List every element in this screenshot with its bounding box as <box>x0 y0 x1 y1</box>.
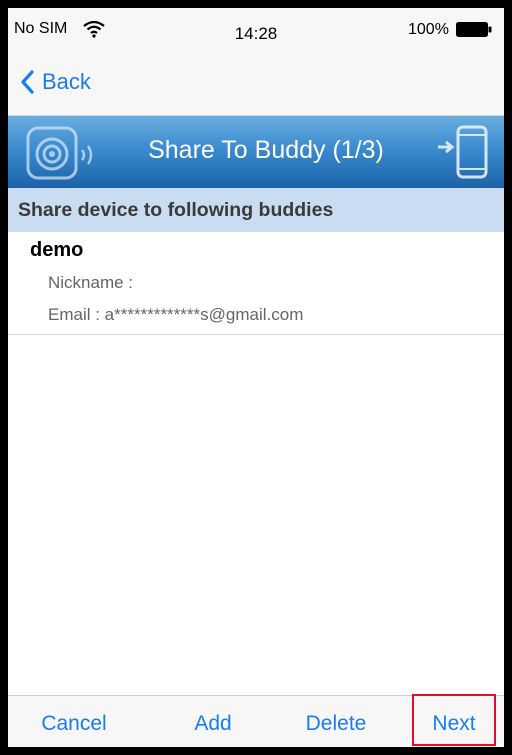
buddy-email: Email : a*************s@gmail.com <box>48 305 304 324</box>
phone-share-icon <box>438 125 488 179</box>
section-header-label: Share device to following buddies <box>18 199 334 221</box>
title-banner: Share To Buddy (1/3) <box>8 116 504 188</box>
navigation-bar: Back <box>8 50 504 116</box>
back-chevron-icon <box>21 70 34 94</box>
page-title: Share To Buddy (1/3) <box>148 136 384 164</box>
delete-button[interactable]: Delete <box>284 696 388 747</box>
status-bar: No SIM 14:28 100% <box>8 8 504 50</box>
buddy-name: demo <box>30 239 84 261</box>
section-header: Share device to following buddies <box>8 188 504 232</box>
next-button[interactable]: Next <box>412 694 496 746</box>
battery-icon <box>456 22 492 37</box>
back-label: Back <box>42 69 91 94</box>
buddy-list-item[interactable]: demo Nickname : Email : a*************s@… <box>8 232 504 335</box>
back-button[interactable]: Back <box>20 66 91 98</box>
battery-percent: 100% <box>408 21 449 38</box>
bottom-toolbar: Cancel Add Delete Next <box>8 694 504 747</box>
buddy-nickname: Nickname : <box>48 273 134 292</box>
add-button[interactable]: Add <box>176 696 250 747</box>
screen: No SIM 14:28 100% Back Share To Buddy (1… <box>8 8 504 747</box>
cancel-button[interactable]: Cancel <box>24 696 124 747</box>
